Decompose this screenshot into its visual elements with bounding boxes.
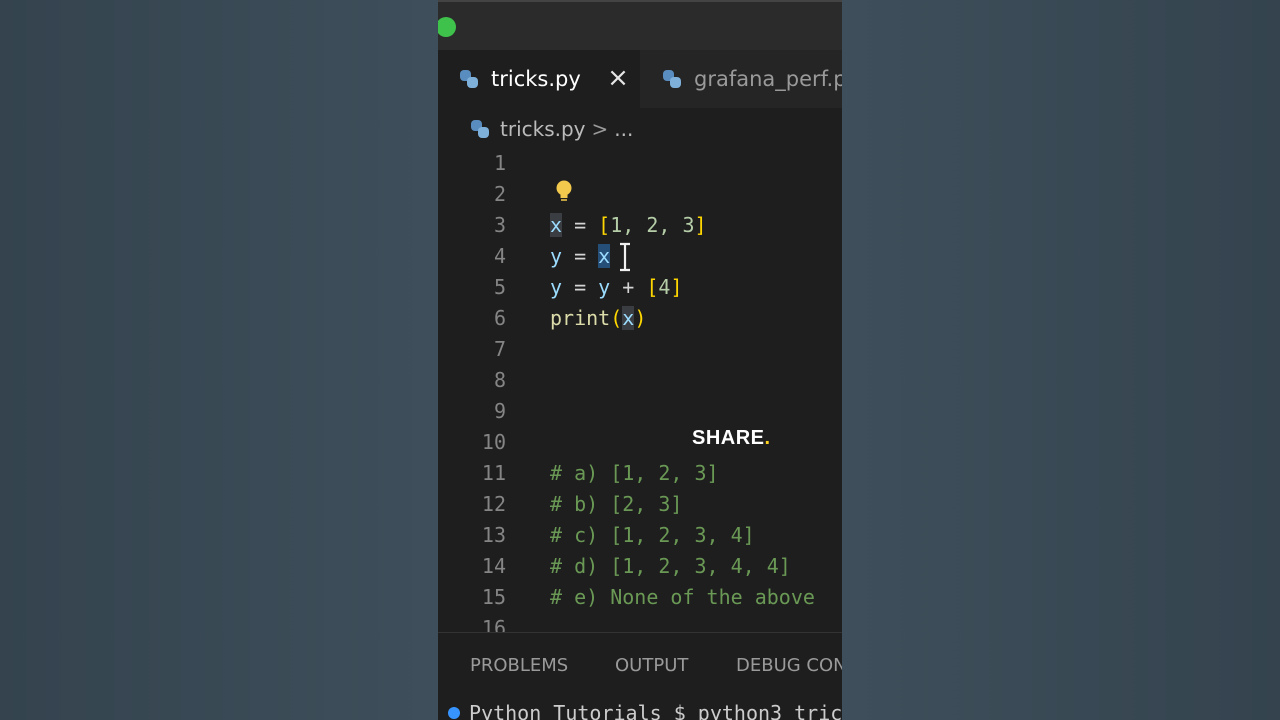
variable-token: y	[598, 275, 611, 299]
code-line: 13 # c) [1, 2, 3, 4]	[438, 520, 842, 551]
close-icon[interactable]: ×	[606, 64, 630, 92]
code-line: 10	[438, 427, 842, 458]
share-dot: .	[764, 427, 771, 449]
share-overlay-caption: SHARE.	[692, 427, 771, 450]
tab-output[interactable]: OUTPUT	[615, 655, 688, 676]
code-text: y = y + [4]	[550, 272, 682, 303]
comment-text: # d) [1, 2, 3, 4, 4]	[550, 554, 791, 578]
bracket-token: (	[610, 306, 623, 330]
number-token: 1, 2, 3	[610, 213, 695, 237]
tab-label: grafana_perf.p	[694, 67, 842, 91]
code-line: 16	[438, 613, 842, 632]
code-line: 11 # a) [1, 2, 3]	[438, 458, 842, 489]
line-number: 9	[493, 399, 506, 423]
python-file-icon	[662, 69, 682, 89]
comment-text: # e) None of the above	[550, 585, 815, 609]
window-zoom-button[interactable]	[438, 17, 456, 37]
tab-label: tricks.py	[491, 67, 581, 91]
terminal-status-dot-icon	[448, 707, 460, 719]
bracket-token: )	[634, 306, 647, 330]
variable-token: x	[622, 306, 635, 330]
share-text: SHARE	[692, 427, 765, 449]
code-line: 3 x = [1, 2, 3]	[438, 210, 842, 241]
tab-problems[interactable]: PROBLEMS	[470, 655, 568, 676]
tab-bar: tricks.py × grafana_perf.p	[438, 50, 842, 108]
terminal-line[interactable]: Python Tutorials $ python3 tric	[448, 701, 842, 720]
code-line: 2	[438, 179, 842, 210]
code-line: 1	[438, 148, 842, 179]
comment-text: # c) [1, 2, 3, 4]	[550, 523, 755, 547]
line-number: 6	[493, 306, 506, 330]
line-number: 11	[481, 461, 506, 485]
breadcrumb-file[interactable]: tricks.py	[500, 117, 586, 141]
function-token: print	[550, 306, 611, 330]
number-token: 4	[658, 275, 671, 299]
code-line: 6 print(x)	[438, 303, 842, 334]
code-line: 9	[438, 396, 842, 427]
chevron-right-icon: >	[591, 117, 609, 141]
line-number: 3	[493, 213, 506, 237]
bottom-panel: PROBLEMS OUTPUT DEBUG CON Python Tutoria…	[438, 632, 842, 720]
line-number: 10	[481, 430, 506, 454]
python-file-icon	[470, 119, 490, 139]
code-line: 5 y = y + [4]	[438, 272, 842, 303]
code-line: 7	[438, 334, 842, 365]
line-number: 2	[493, 182, 506, 206]
line-number: 8	[493, 368, 506, 392]
variable-token: y	[550, 275, 563, 299]
line-number: 13	[481, 523, 506, 547]
line-number: 14	[481, 554, 506, 578]
bracket-token: ]	[670, 275, 683, 299]
tab-tricks-py[interactable]: tricks.py ×	[438, 50, 640, 108]
editor-window: tricks.py × grafana_perf.p tricks.py > .…	[438, 0, 842, 720]
code-text: y = x	[550, 241, 611, 272]
operator-token: =	[562, 275, 599, 299]
line-number: 16	[481, 616, 506, 632]
code-editor[interactable]: 1 2 3 x = [1, 2, 3] 4 y = x 5 y = y + [4…	[438, 148, 842, 632]
breadcrumb-more[interactable]: ...	[614, 117, 633, 141]
tab-grafana-perf[interactable]: grafana_perf.p	[641, 50, 842, 108]
tab-debug-console[interactable]: DEBUG CON	[736, 655, 842, 676]
line-number: 15	[481, 585, 506, 609]
python-file-icon	[459, 69, 479, 89]
line-number: 7	[493, 337, 506, 361]
background-right	[842, 0, 1280, 720]
background-left	[0, 0, 438, 720]
title-bar	[438, 0, 842, 52]
bracket-token: [	[598, 213, 611, 237]
comment-text: # a) [1, 2, 3]	[550, 461, 719, 485]
code-line: 14 # d) [1, 2, 3, 4, 4]	[438, 551, 842, 582]
terminal-text: Python Tutorials $ python3 tric	[469, 701, 842, 720]
operator-token: +	[610, 275, 647, 299]
line-number: 1	[493, 151, 506, 175]
variable-token: y	[550, 244, 563, 268]
code-line: 15 # e) None of the above	[438, 582, 842, 613]
bracket-token: ]	[694, 213, 707, 237]
operator-token: =	[562, 244, 599, 268]
breadcrumb: tricks.py > ...	[438, 108, 842, 150]
code-line: 4 y = x	[438, 241, 842, 272]
comment-text: # b) [2, 3]	[550, 492, 683, 516]
code-line: 12 # b) [2, 3]	[438, 489, 842, 520]
line-number: 5	[493, 275, 506, 299]
code-text: x = [1, 2, 3]	[550, 210, 707, 241]
bracket-token: [	[646, 275, 659, 299]
variable-token: x	[550, 213, 563, 237]
operator-token: =	[562, 213, 599, 237]
code-line: 8	[438, 365, 842, 396]
selected-variable-token: x	[598, 244, 611, 268]
code-text: print(x)	[550, 303, 646, 334]
line-number: 12	[481, 492, 506, 516]
line-number: 4	[493, 244, 506, 268]
